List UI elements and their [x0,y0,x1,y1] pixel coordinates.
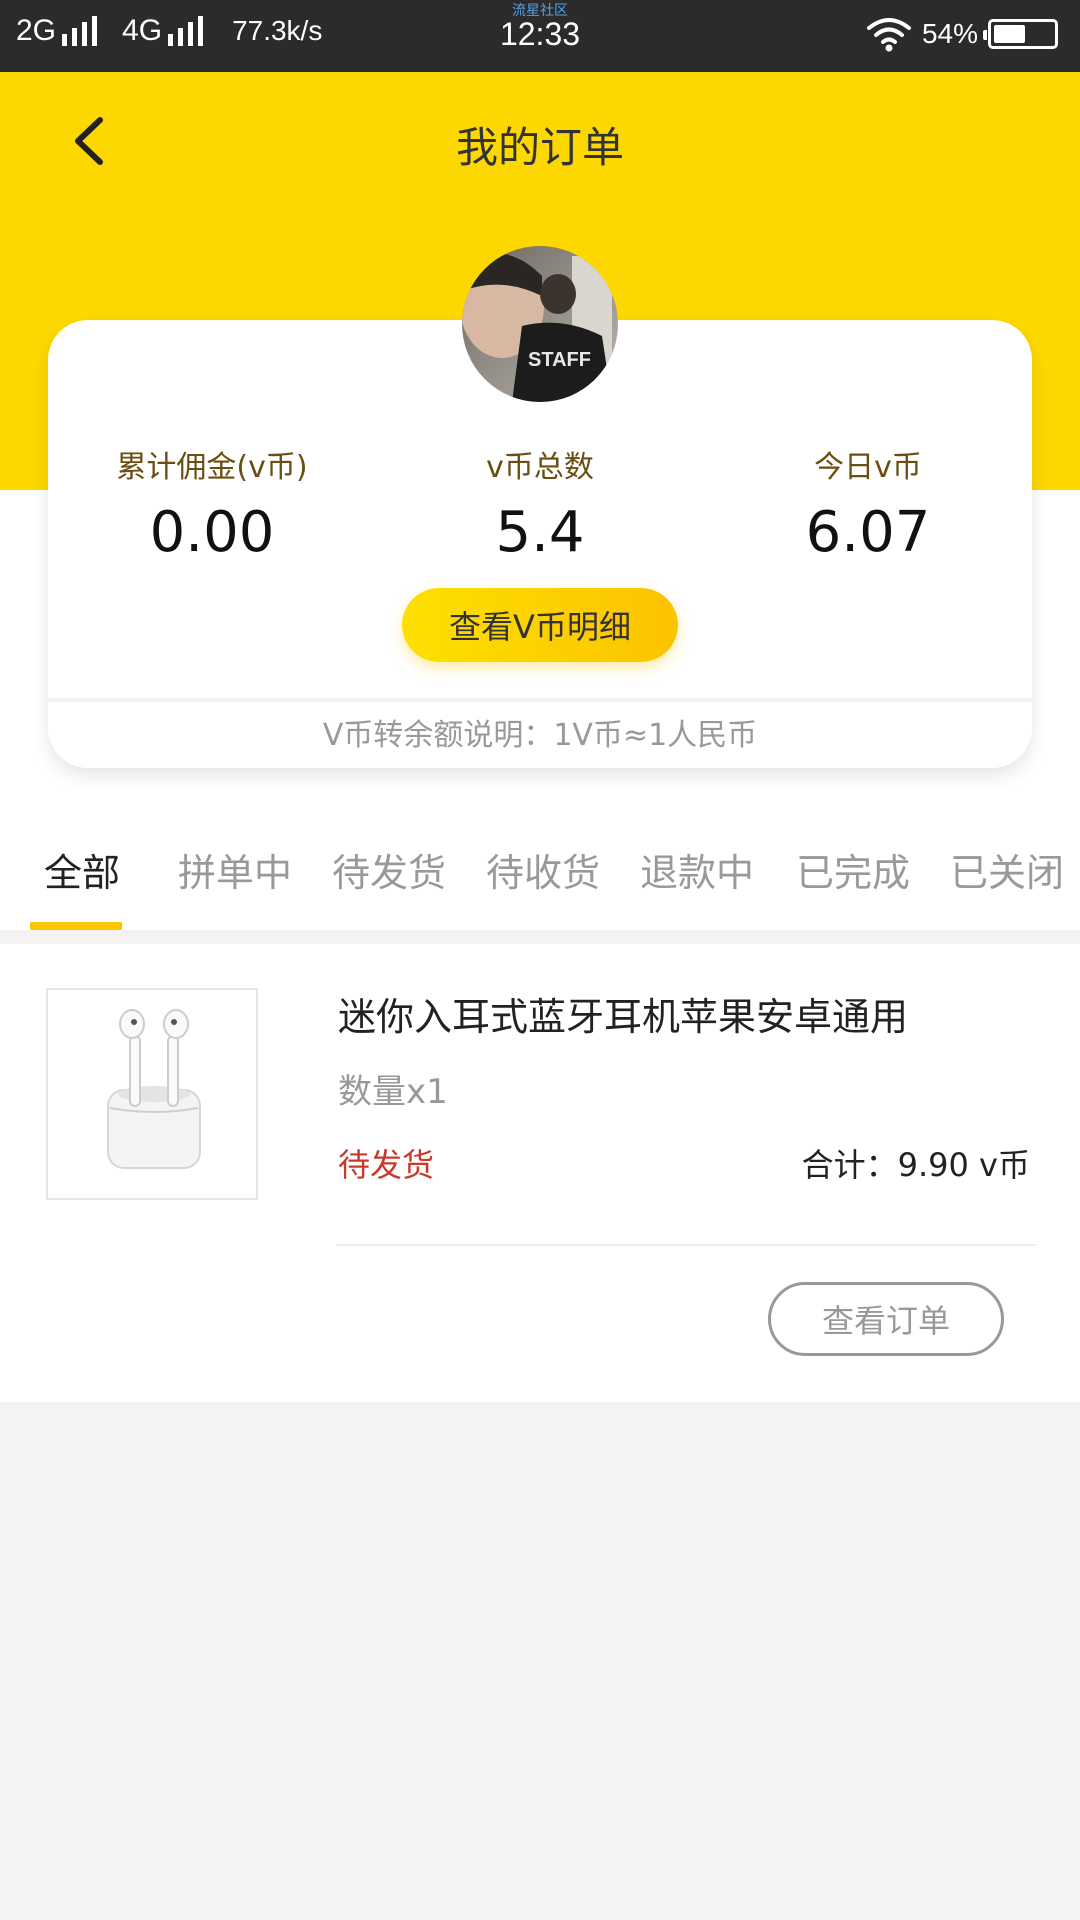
order-status: 待发货 [338,1146,435,1184]
tab-to-receive[interactable]: 待收货 [486,842,600,897]
stat-today-vcoin: 今日v币 6.07 [704,442,1032,565]
page-title: 我的订单 [455,123,624,172]
product-quantity: 数量x1 [338,1072,448,1112]
avatar-image: STAFF [462,246,618,402]
product-image[interactable] [46,988,258,1200]
divider [336,1244,1036,1246]
stat-commission: 累计佣金(v币) 0.00 [48,442,376,565]
earbuds-icon [107,1009,201,1169]
conversion-note: V币转余额说明：1V币≈1人民币 [322,718,758,753]
status-bar: 流星社区 2G 4G 77.3k/s 12:33 54% [0,0,1080,72]
stat-value: 5.4 [495,500,585,565]
tab-indicator [30,922,122,930]
order-total: 合计：9.90 v币 [801,1146,1030,1184]
order-tabs: 全部 拼单中 待发货 待收货 退款中 已完成 已关闭 [0,800,1080,930]
stat-value: 0.00 [149,500,275,565]
view-order-button[interactable]: 查看订单 [768,1282,1004,1356]
product-name: 迷你入耳式蓝牙耳机苹果安卓通用 [338,995,909,1039]
divider [48,698,1032,702]
tab-closed[interactable]: 已关闭 [950,842,1064,897]
stat-value: 6.07 [805,500,931,565]
stat-label: v币总数 [486,450,594,485]
tab-to-ship[interactable]: 待发货 [332,842,446,897]
svg-text:STAFF: STAFF [528,349,591,371]
wifi-icon [866,18,911,52]
stat-label: 今日v币 [814,450,922,485]
order-item[interactable]: 迷你入耳式蓝牙耳机苹果安卓通用 数量x1 待发货 合计：9.90 v币 查看订单 [0,944,1080,1402]
battery-percent: 54% [921,18,978,49]
stat-total-vcoin: v币总数 5.4 [376,442,704,565]
battery-icon [983,19,1058,49]
tab-group-buying[interactable]: 拼单中 [178,842,292,897]
tab-completed[interactable]: 已完成 [796,842,910,897]
stat-label: 累计佣金(v币) [116,450,308,485]
tab-all[interactable]: 全部 [44,842,120,897]
tab-refunding[interactable]: 退款中 [640,842,754,897]
avatar[interactable]: STAFF [462,246,618,402]
vcoin-detail-button[interactable]: 查看V币明细 [402,588,678,662]
status-right: 54% [866,16,1058,52]
